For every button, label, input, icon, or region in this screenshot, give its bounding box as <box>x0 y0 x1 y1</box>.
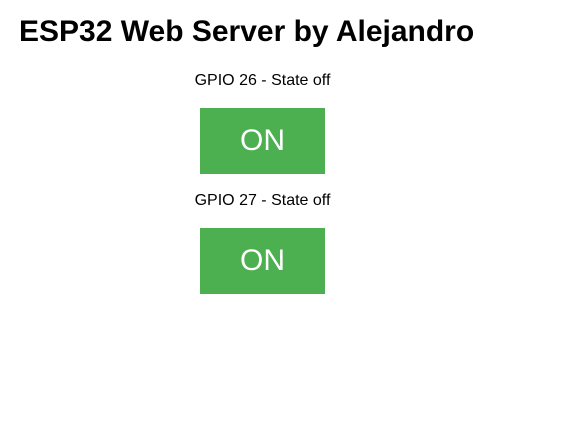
gpio-controls: GPIO 26 - State off ON GPIO 27 - State o… <box>0 0 525 423</box>
gpio-26-on-button[interactable]: ON <box>200 108 325 174</box>
gpio-27-on-button[interactable]: ON <box>200 228 325 294</box>
page: ESP32 Web Server by Alejandro GPIO 26 - … <box>0 0 580 423</box>
gpio-26-state-label: GPIO 26 - State off <box>194 72 331 89</box>
gpio-27-state-label: GPIO 27 - State off <box>194 192 331 209</box>
